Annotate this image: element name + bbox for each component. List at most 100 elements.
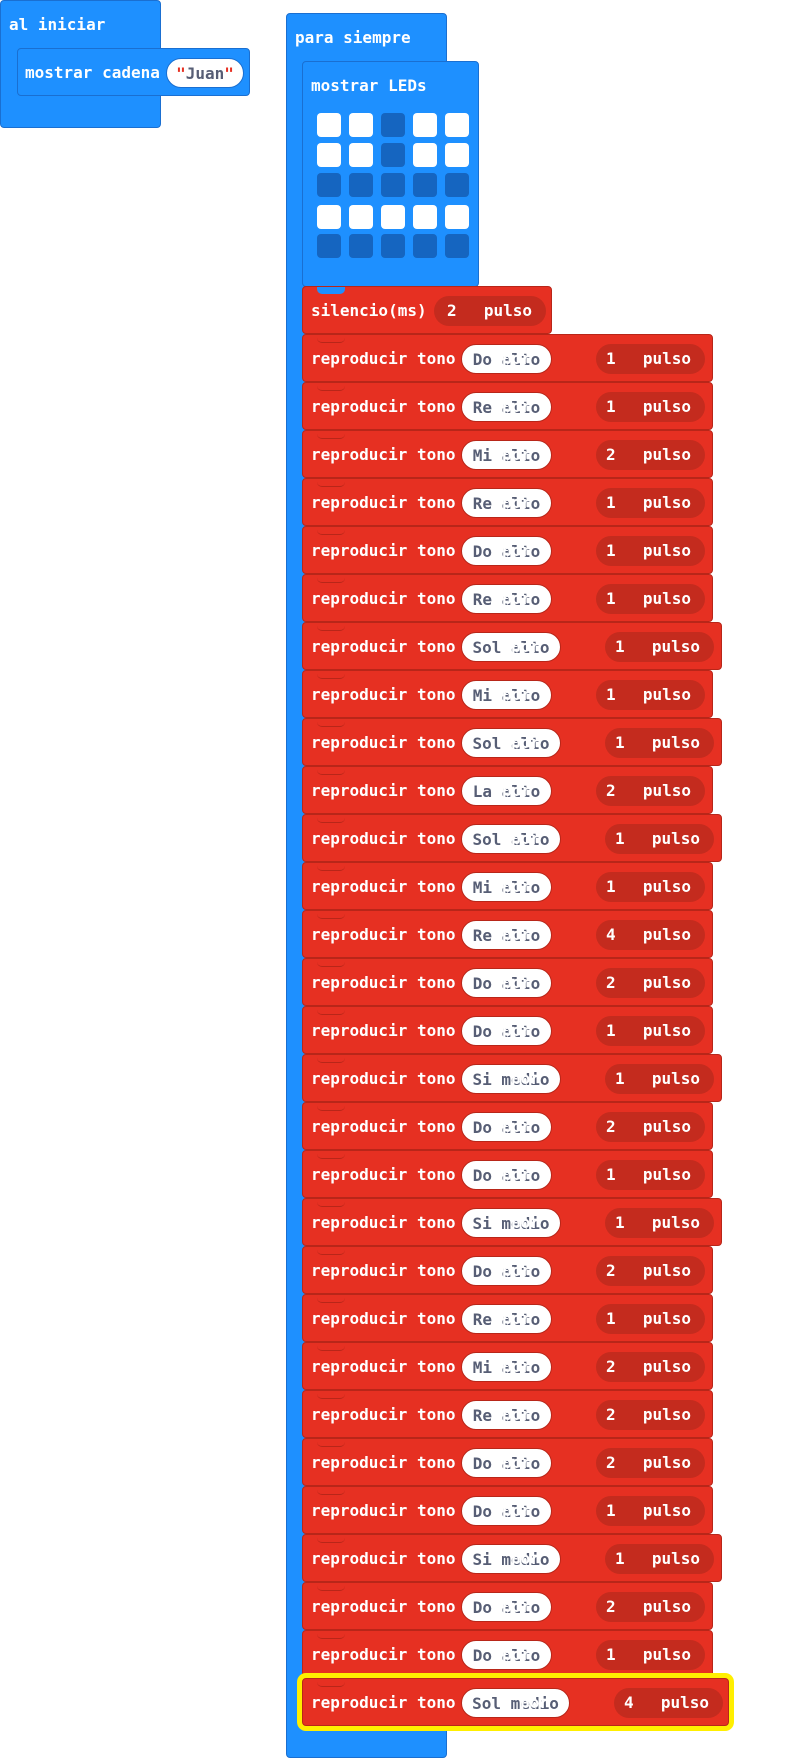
beat-dropdown[interactable]: 4 pulso bbox=[596, 920, 705, 950]
beat-dropdown[interactable]: 1 pulso bbox=[596, 872, 705, 902]
led-r2-c1[interactable] bbox=[349, 173, 373, 197]
led-r1-c4[interactable] bbox=[445, 143, 469, 167]
play-tone-block[interactable]: reproducir tono Do alto por 1 pulso bbox=[302, 334, 713, 382]
led-r0-c0[interactable] bbox=[317, 113, 341, 137]
note-dropdown[interactable]: Sol medio bbox=[461, 1688, 570, 1718]
play-tone-block[interactable]: reproducir tono Do alto por 2 pulso bbox=[302, 958, 713, 1006]
play-tone-block[interactable]: reproducir tono Re alto por 1 pulso bbox=[302, 1294, 713, 1342]
play-tone-block[interactable]: reproducir tono Re alto por 2 pulso bbox=[302, 1390, 713, 1438]
led-r0-c3[interactable] bbox=[413, 113, 437, 137]
show-leds-block[interactable]: mostrar LEDs bbox=[302, 61, 479, 287]
play-tone-block[interactable]: reproducir tono Si medio por 1 pulso bbox=[302, 1054, 722, 1102]
play-tone-block[interactable]: reproducir tono Re alto por 1 pulso bbox=[302, 574, 713, 622]
play-tone-block[interactable]: reproducir tono La alto por 2 pulso bbox=[302, 766, 713, 814]
por-label: por bbox=[502, 925, 531, 944]
beat-dropdown[interactable]: 1 pulso bbox=[596, 392, 705, 422]
beat-dropdown[interactable]: 2 pulso bbox=[596, 1112, 705, 1142]
led-r4-c4[interactable] bbox=[445, 234, 469, 258]
play-tone-block[interactable]: reproducir tono Do alto por 2 pulso bbox=[302, 1246, 713, 1294]
play-tone-block[interactable]: reproducir tono Si medio por 1 pulso bbox=[302, 1534, 722, 1582]
play-tone-block[interactable]: reproducir tono Mi alto por 1 pulso bbox=[302, 862, 713, 910]
beat-dropdown[interactable]: 1 pulso bbox=[596, 584, 705, 614]
beat-dropdown[interactable]: 1 pulso bbox=[596, 488, 705, 518]
beat-dropdown[interactable]: 2 pulso bbox=[596, 776, 705, 806]
beat-dropdown[interactable]: 4 pulso bbox=[614, 1688, 723, 1718]
beat-dropdown[interactable]: 1 pulso bbox=[605, 1208, 714, 1238]
play-tone-block[interactable]: reproducir tono Do alto por 2 pulso bbox=[302, 1102, 713, 1150]
play-tone-block[interactable]: reproducir tono Do alto por 2 pulso bbox=[302, 1438, 713, 1486]
led-r3-c4[interactable] bbox=[445, 205, 469, 229]
beat-unit: pulso bbox=[642, 445, 691, 464]
led-r3-c0[interactable] bbox=[317, 205, 341, 229]
show-string-label: mostrar cadena bbox=[25, 63, 160, 82]
led-r4-c1[interactable] bbox=[349, 234, 373, 258]
play-tone-block[interactable]: reproducir tono Mi alto por 2 pulso bbox=[302, 430, 713, 478]
play-tone-block[interactable]: reproducir tono Sol alto por 1 pulso bbox=[302, 622, 722, 670]
show-string-block[interactable]: mostrar cadena "Juan" bbox=[17, 48, 250, 96]
beat-dropdown[interactable]: 2 pulso bbox=[596, 1352, 705, 1382]
play-tone-block[interactable]: reproducir tono Do alto por 1 pulso bbox=[302, 526, 713, 574]
beat-dropdown[interactable]: 1 pulso bbox=[605, 728, 714, 758]
play-tone-label: reproducir tono bbox=[311, 1453, 456, 1472]
play-tone-block[interactable]: reproducir tono Re alto por 4 pulso bbox=[302, 910, 713, 958]
beat-dropdown[interactable]: 2 pulso bbox=[596, 440, 705, 470]
led-r1-c2[interactable] bbox=[381, 143, 405, 167]
beat-unit: pulso bbox=[642, 349, 691, 368]
rest-duration-dropdown[interactable]: 2 pulso bbox=[434, 296, 546, 326]
led-r3-c3[interactable] bbox=[413, 205, 437, 229]
play-tone-block[interactable]: reproducir tono Sol medio por 4 pulso bbox=[302, 1678, 729, 1726]
por-label: por bbox=[502, 1501, 531, 1520]
beat-dropdown[interactable]: 1 pulso bbox=[605, 632, 714, 662]
beat-dropdown[interactable]: 2 pulso bbox=[596, 1400, 705, 1430]
led-r2-c2[interactable] bbox=[381, 173, 405, 197]
beat-dropdown[interactable]: 2 pulso bbox=[596, 1256, 705, 1286]
play-tone-block[interactable]: reproducir tono Do alto por 2 pulso bbox=[302, 1582, 713, 1630]
led-r4-c0[interactable] bbox=[317, 234, 341, 258]
play-tone-block[interactable]: reproducir tono Do alto por 1 pulso bbox=[302, 1630, 713, 1678]
beat-dropdown[interactable]: 2 pulso bbox=[596, 1592, 705, 1622]
beat-dropdown[interactable]: 1 pulso bbox=[596, 1496, 705, 1526]
beat-dropdown[interactable]: 1 pulso bbox=[596, 1016, 705, 1046]
led-r0-c4[interactable] bbox=[445, 113, 469, 137]
play-tone-block[interactable]: reproducir tono Do alto por 1 pulso bbox=[302, 1006, 713, 1054]
led-r0-c1[interactable] bbox=[349, 113, 373, 137]
play-tone-block[interactable]: reproducir tono Re alto por 1 pulso bbox=[302, 382, 713, 430]
beat-dropdown[interactable]: 1 pulso bbox=[596, 1160, 705, 1190]
beat-value: 2 bbox=[606, 1405, 616, 1424]
led-r2-c4[interactable] bbox=[445, 173, 469, 197]
beat-dropdown[interactable]: 1 pulso bbox=[596, 344, 705, 374]
play-tone-block[interactable]: reproducir tono Mi alto por 1 pulso bbox=[302, 670, 713, 718]
led-r4-c2[interactable] bbox=[381, 234, 405, 258]
play-tone-block[interactable]: reproducir tono Re alto por 1 pulso bbox=[302, 478, 713, 526]
play-tone-block[interactable]: reproducir tono Do alto por 1 pulso bbox=[302, 1150, 713, 1198]
led-r2-c0[interactable] bbox=[317, 173, 341, 197]
beat-dropdown[interactable]: 1 pulso bbox=[596, 1304, 705, 1334]
led-r3-c1[interactable] bbox=[349, 205, 373, 229]
on-start-block[interactable]: al iniciar mostrar cadena "Juan" bbox=[0, 0, 250, 128]
led-r4-c3[interactable] bbox=[413, 234, 437, 258]
play-tone-label: reproducir tono bbox=[311, 1117, 456, 1136]
beat-dropdown[interactable]: 1 pulso bbox=[596, 680, 705, 710]
led-r1-c0[interactable] bbox=[317, 143, 341, 167]
forever-label: para siempre bbox=[295, 28, 411, 47]
rest-block[interactable]: silencio(ms) 2 pulso bbox=[302, 286, 552, 334]
play-tone-block[interactable]: reproducir tono Mi alto por 2 pulso bbox=[302, 1342, 713, 1390]
beat-dropdown[interactable]: 2 pulso bbox=[596, 1448, 705, 1478]
led-r1-c3[interactable] bbox=[413, 143, 437, 167]
beat-dropdown[interactable]: 1 pulso bbox=[605, 1544, 714, 1574]
led-r3-c2[interactable] bbox=[381, 205, 405, 229]
led-r2-c3[interactable] bbox=[413, 173, 437, 197]
play-tone-block[interactable]: reproducir tono Sol alto por 1 pulso bbox=[302, 718, 722, 766]
beat-dropdown[interactable]: 1 pulso bbox=[605, 824, 714, 854]
play-tone-block[interactable]: reproducir tono Si medio por 1 pulso bbox=[302, 1198, 722, 1246]
play-tone-block[interactable]: reproducir tono Do alto por 1 pulso bbox=[302, 1486, 713, 1534]
play-tone-label: reproducir tono bbox=[311, 589, 456, 608]
beat-dropdown[interactable]: 1 pulso bbox=[596, 1640, 705, 1670]
beat-dropdown[interactable]: 1 pulso bbox=[605, 1064, 714, 1094]
led-r1-c1[interactable] bbox=[349, 143, 373, 167]
beat-dropdown[interactable]: 2 pulso bbox=[596, 968, 705, 998]
play-tone-block[interactable]: reproducir tono Sol alto por 1 pulso bbox=[302, 814, 722, 862]
string-input[interactable]: "Juan" bbox=[166, 58, 244, 88]
beat-dropdown[interactable]: 1 pulso bbox=[596, 536, 705, 566]
led-r0-c2[interactable] bbox=[381, 113, 405, 137]
